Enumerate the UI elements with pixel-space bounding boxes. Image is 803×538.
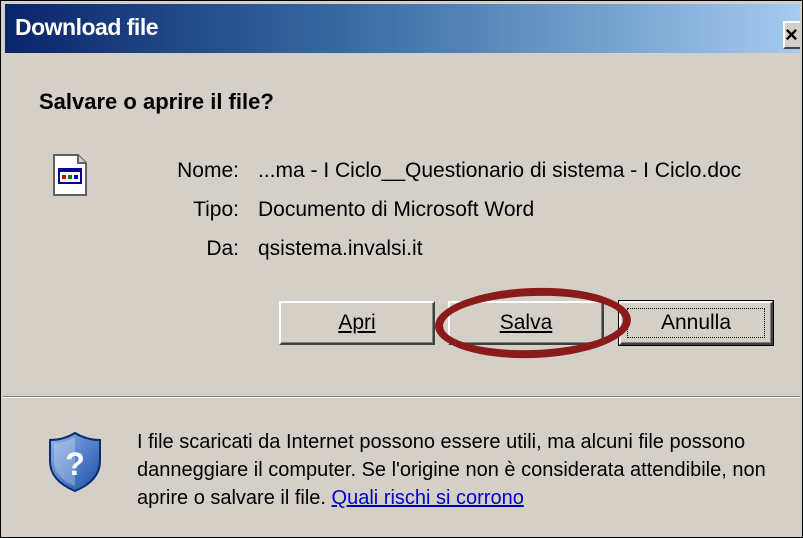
divider-highlight	[3, 397, 800, 398]
dialog-heading: Salvare o aprire il file?	[39, 89, 274, 114]
security-shield-icon: ?	[47, 431, 103, 498]
close-button[interactable]: ×	[783, 21, 800, 49]
close-icon: ×	[785, 22, 798, 47]
word-document-icon	[51, 153, 89, 202]
risks-link[interactable]: Quali rischi si corrono	[332, 487, 524, 509]
download-dialog: Download file × Salvare o aprire il file…	[0, 0, 803, 538]
open-button[interactable]: Apri	[279, 301, 435, 345]
svg-text:?: ?	[65, 446, 85, 482]
window-title: Download file	[15, 14, 159, 40]
open-button-label: Apri	[338, 311, 376, 334]
title-bar[interactable]: Download file ×	[5, 4, 800, 53]
file-source-label: Da:	[206, 237, 239, 260]
file-source-value: qsistema.invalsi.it	[258, 237, 423, 260]
security-warning: I file scaricati da Internet possono ess…	[137, 428, 797, 512]
file-name-label: Nome:	[177, 159, 239, 182]
cancel-button[interactable]: Annulla	[618, 300, 774, 346]
file-type-label: Tipo:	[193, 198, 239, 221]
file-type-value: Documento di Microsoft Word	[258, 198, 535, 221]
cancel-button-label: Annulla	[660, 311, 732, 334]
file-name-value: ...ma - I Ciclo__Questionario di sistema…	[258, 159, 742, 182]
annotation-ellipse	[433, 284, 633, 362]
